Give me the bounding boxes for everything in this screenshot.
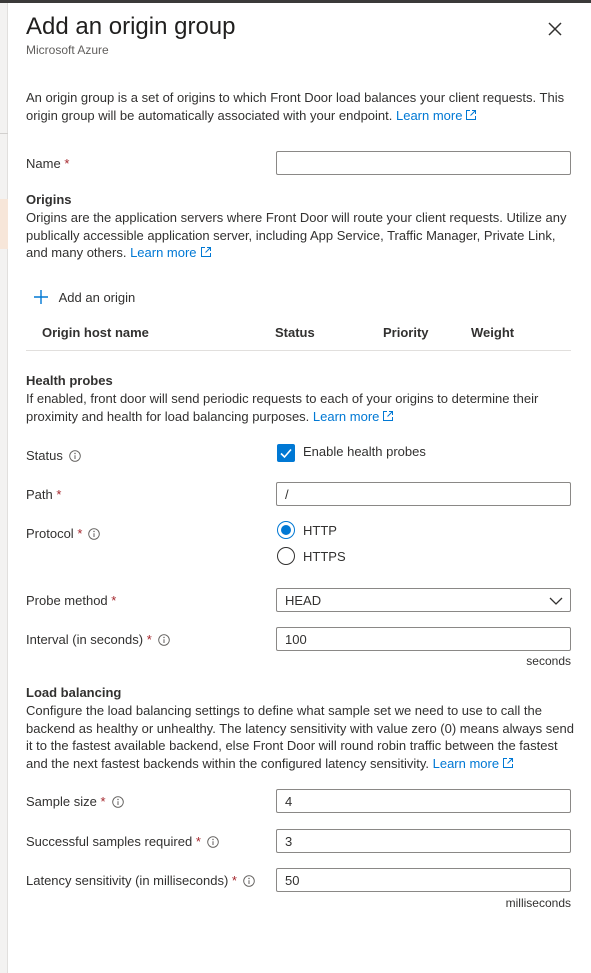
origins-heading: Origins <box>26 192 72 207</box>
probe-method-value: HEAD <box>285 593 322 608</box>
enable-health-probes-checkbox[interactable] <box>277 444 295 462</box>
load-balancing-description: Configure the load balancing settings to… <box>26 703 574 771</box>
probe-method-label: Probe method * <box>26 593 117 608</box>
probe-method-dropdown[interactable]: HEAD <box>276 588 571 612</box>
protocol-http-radio[interactable] <box>277 521 295 539</box>
protocol-https-radio[interactable] <box>277 547 295 565</box>
external-link-icon <box>200 247 211 257</box>
load-balancing-learn-more-link[interactable]: Learn more <box>433 756 514 771</box>
info-icon <box>69 450 81 462</box>
origins-description: Origins are the application servers wher… <box>26 210 567 260</box>
origins-learn-more-link[interactable]: Learn more <box>130 245 211 260</box>
health-probes-learn-more-link[interactable]: Learn more <box>313 409 394 424</box>
info-icon <box>111 796 124 808</box>
panel-title: Add an origin group <box>26 13 236 40</box>
info-icon <box>207 836 219 848</box>
external-link-icon <box>466 109 477 120</box>
column-header-weight: Weight <box>471 325 515 340</box>
panel-subtitle: Microsoft Azure <box>26 43 109 57</box>
name-input[interactable] <box>276 151 571 175</box>
column-header-status: Status <box>275 325 315 340</box>
info-icon <box>157 634 170 646</box>
close-icon <box>548 22 562 36</box>
add-origin-button[interactable]: Add an origin <box>33 289 135 305</box>
background-blade-edge <box>0 3 8 973</box>
external-link-icon <box>383 410 394 421</box>
info-icon <box>243 875 255 887</box>
latency-sensitivity-label: Latency sensitivity (in milliseconds) * <box>26 873 255 888</box>
close-button[interactable] <box>544 18 566 40</box>
path-input[interactable] <box>276 482 571 506</box>
origin-group-panel: Add an origin group Microsoft Azure An o… <box>9 3 591 973</box>
interval-label: Interval (in seconds) * <box>26 632 170 647</box>
checkmark-icon <box>280 448 292 459</box>
enable-health-probes-label: Enable health probes <box>303 444 426 459</box>
name-label: Name * <box>26 156 70 171</box>
interval-unit: seconds <box>526 654 571 668</box>
interval-input[interactable] <box>276 627 571 651</box>
external-link-icon <box>503 757 514 768</box>
status-label: Status <box>26 448 81 463</box>
chevron-down-icon <box>549 597 563 605</box>
load-balancing-heading: Load balancing <box>26 685 122 700</box>
table-divider <box>26 350 571 351</box>
sample-size-input[interactable] <box>276 789 571 813</box>
health-probes-description: If enabled, front door will send periodi… <box>26 391 539 424</box>
plus-icon <box>34 290 48 304</box>
protocol-label: Protocol * <box>26 526 101 541</box>
intro-learn-more-link[interactable]: Learn more <box>396 108 477 123</box>
sample-size-label: Sample size * <box>26 794 124 809</box>
column-header-priority: Priority <box>383 325 429 340</box>
info-icon <box>88 528 101 540</box>
add-origin-label: Add an origin <box>58 290 136 305</box>
latency-sensitivity-input[interactable] <box>276 868 571 892</box>
path-label: Path * <box>26 487 62 502</box>
health-probes-heading: Health probes <box>26 373 113 388</box>
protocol-http-label: HTTP <box>303 523 337 538</box>
latency-unit: milliseconds <box>505 896 571 910</box>
successful-samples-label: Successful samples required * <box>26 834 219 849</box>
intro-description: An origin group is a set of origins to w… <box>26 90 565 123</box>
successful-samples-input[interactable] <box>276 829 571 853</box>
column-header-origin-host-name: Origin host name <box>42 325 149 340</box>
protocol-https-label: HTTPS <box>303 549 346 564</box>
